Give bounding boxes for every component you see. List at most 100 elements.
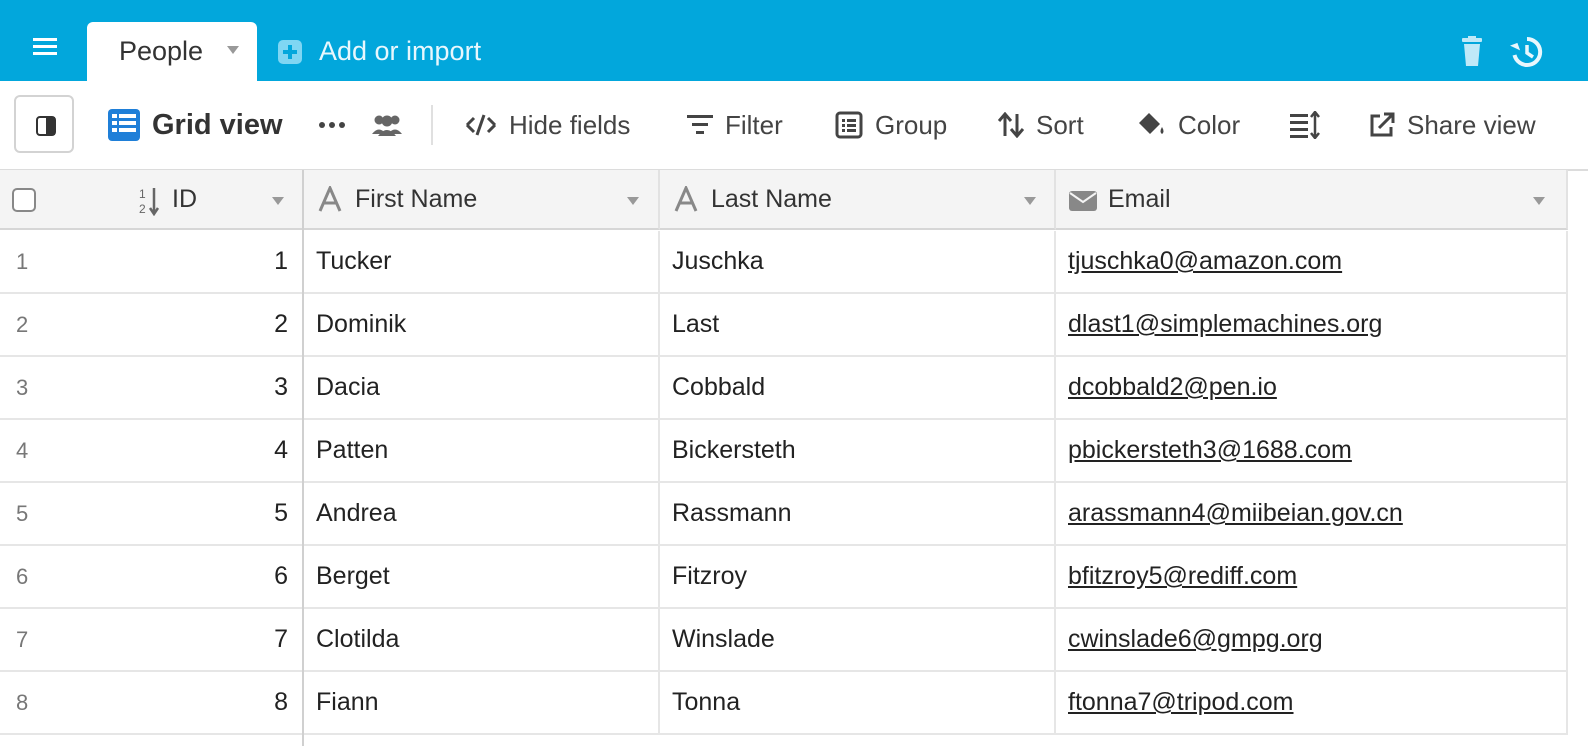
menu-icon[interactable] xyxy=(30,34,64,60)
last-name-value: Fitzroy xyxy=(672,562,747,590)
id-value: 6 xyxy=(274,562,288,590)
email-link[interactable]: cwinslade6@gmpg.org xyxy=(1068,625,1323,654)
tab-people[interactable]: People xyxy=(87,22,257,81)
table-row[interactable]: 1 1 Tucker Juschka tjuschka0@amazon.com xyxy=(0,231,1568,294)
first-name-cell[interactable]: Dacia xyxy=(304,357,660,418)
more-options-button[interactable] xyxy=(318,103,346,147)
id-cell[interactable]: 2 2 xyxy=(0,294,304,355)
id-cell[interactable]: 1 1 xyxy=(0,231,304,292)
first-name-value: Andrea xyxy=(316,499,397,527)
email-cell[interactable]: tjuschka0@amazon.com xyxy=(1056,231,1568,292)
table-row[interactable]: 2 2 Dominik Last dlast1@simplemachines.o… xyxy=(0,294,1568,357)
id-cell[interactable]: 4 4 xyxy=(0,420,304,481)
table-row[interactable]: 5 5 Andrea Rassmann arassmann4@miibeian.… xyxy=(0,483,1568,546)
sidebar-toggle-button[interactable] xyxy=(14,95,74,153)
sidebar-toggle-icon xyxy=(36,116,56,136)
add-or-import-button[interactable]: Add or import xyxy=(276,36,481,67)
email-cell[interactable]: dlast1@simplemachines.org xyxy=(1056,294,1568,355)
column-header-first-name[interactable]: First Name xyxy=(304,170,660,230)
people-icon xyxy=(372,115,402,136)
chevron-down-icon[interactable] xyxy=(626,196,640,206)
last-name-cell[interactable]: Juschka xyxy=(660,231,1056,292)
view-toolbar: Grid view Hide fields Filter Group Sort … xyxy=(0,81,1588,171)
first-name-value: Fiann xyxy=(316,688,379,716)
email-link[interactable]: bfitzroy5@rediff.com xyxy=(1068,562,1297,591)
chevron-down-icon[interactable] xyxy=(226,45,240,55)
first-name-cell[interactable]: Berget xyxy=(304,546,660,607)
table-row[interactable]: 4 4 Patten Bickersteth pbickersteth3@168… xyxy=(0,420,1568,483)
email-link[interactable]: arassmann4@miibeian.gov.cn xyxy=(1068,499,1403,528)
filter-button[interactable]: Filter xyxy=(687,103,783,147)
email-cell[interactable]: dcobbald2@pen.io xyxy=(1056,357,1568,418)
email-cell[interactable]: arassmann4@miibeian.gov.cn xyxy=(1056,483,1568,544)
id-cell[interactable]: 3 3 xyxy=(0,357,304,418)
last-name-value: Rassmann xyxy=(672,499,792,527)
row-number: 3 xyxy=(16,375,29,400)
table-row[interactable]: 7 7 Clotilda Winslade cwinslade6@gmpg.or… xyxy=(0,609,1568,672)
email-link[interactable]: dlast1@simplemachines.org xyxy=(1068,310,1382,339)
id-cell[interactable]: 6 6 xyxy=(0,546,304,607)
first-name-value: Tucker xyxy=(316,247,392,275)
history-icon[interactable] xyxy=(1510,35,1544,69)
row-number: 1 xyxy=(16,249,29,274)
group-button[interactable]: Group xyxy=(835,103,947,147)
chevron-down-icon[interactable] xyxy=(1023,196,1037,206)
chevron-down-icon[interactable] xyxy=(1532,196,1546,206)
email-link[interactable]: dcobbald2@pen.io xyxy=(1068,373,1277,402)
first-name-cell[interactable]: Fiann xyxy=(304,672,660,733)
last-name-cell[interactable]: Fitzroy xyxy=(660,546,1056,607)
row-number: 4 xyxy=(16,438,29,463)
ellipsis-icon xyxy=(319,122,345,128)
column-header-last-name[interactable]: Last Name xyxy=(660,170,1056,230)
chevron-down-icon[interactable] xyxy=(271,196,285,206)
first-name-cell[interactable]: Andrea xyxy=(304,483,660,544)
last-name-cell[interactable]: Cobbald xyxy=(660,357,1056,418)
column-label: First Name xyxy=(355,185,478,213)
id-value: 7 xyxy=(274,625,288,653)
id-cell[interactable]: 7 7 xyxy=(0,609,304,670)
last-name-cell[interactable]: Tonna xyxy=(660,672,1056,733)
trash-icon[interactable] xyxy=(1457,36,1487,68)
group-icon xyxy=(835,111,863,139)
email-cell[interactable]: ftonna7@tripod.com xyxy=(1056,672,1568,733)
table-row[interactable]: 8 8 Fiann Tonna ftonna7@tripod.com xyxy=(0,672,1568,735)
id-cell[interactable]: 5 5 xyxy=(0,483,304,544)
email-cell[interactable]: pbickersteth3@1688.com xyxy=(1056,420,1568,481)
first-name-cell[interactable]: Tucker xyxy=(304,231,660,292)
email-cell[interactable]: cwinslade6@gmpg.org xyxy=(1056,609,1568,670)
row-height-button[interactable] xyxy=(1290,103,1320,147)
last-name-cell[interactable]: Bickersteth xyxy=(660,420,1056,481)
hide-fields-label: Hide fields xyxy=(509,109,631,140)
table-row[interactable]: 3 3 Dacia Cobbald dcobbald2@pen.io xyxy=(0,357,1568,420)
email-link[interactable]: pbickersteth3@1688.com xyxy=(1068,436,1352,465)
number-field-icon: 1 2 xyxy=(139,187,160,216)
share-view-button[interactable]: Share view xyxy=(1369,103,1536,147)
first-name-value: Dominik xyxy=(316,310,407,338)
sort-icon xyxy=(998,112,1024,138)
id-cell[interactable]: 8 8 xyxy=(0,672,304,733)
row-number: 6 xyxy=(16,564,29,589)
column-header-email[interactable]: Email xyxy=(1056,170,1568,230)
table-row[interactable]: 6 6 Berget Fitzroy bfitzroy5@rediff.com xyxy=(0,546,1568,609)
filter-icon xyxy=(687,114,713,136)
last-name-cell[interactable]: Last xyxy=(660,294,1056,355)
id-value: 3 xyxy=(274,373,288,401)
select-all-checkbox[interactable] xyxy=(12,188,36,212)
last-name-cell[interactable]: Winslade xyxy=(660,609,1056,670)
last-name-value: Last xyxy=(672,310,720,338)
first-name-cell[interactable]: Dominik xyxy=(304,294,660,355)
color-button[interactable]: Color xyxy=(1136,103,1240,147)
view-switcher[interactable]: Grid view xyxy=(108,103,283,147)
tab-label: People xyxy=(119,36,204,66)
sort-button[interactable]: Sort xyxy=(998,103,1084,147)
hide-fields-button[interactable]: Hide fields xyxy=(465,103,630,147)
first-name-cell[interactable]: Clotilda xyxy=(304,609,660,670)
email-link[interactable]: ftonna7@tripod.com xyxy=(1068,688,1294,717)
first-name-cell[interactable]: Patten xyxy=(304,420,660,481)
email-link[interactable]: tjuschka0@amazon.com xyxy=(1068,247,1342,276)
column-header-id[interactable]: 1 2 ID xyxy=(0,170,304,230)
email-cell[interactable]: bfitzroy5@rediff.com xyxy=(1056,546,1568,607)
column-label: Last Name xyxy=(711,185,832,213)
last-name-cell[interactable]: Rassmann xyxy=(660,483,1056,544)
collaborators-button[interactable] xyxy=(370,103,404,147)
